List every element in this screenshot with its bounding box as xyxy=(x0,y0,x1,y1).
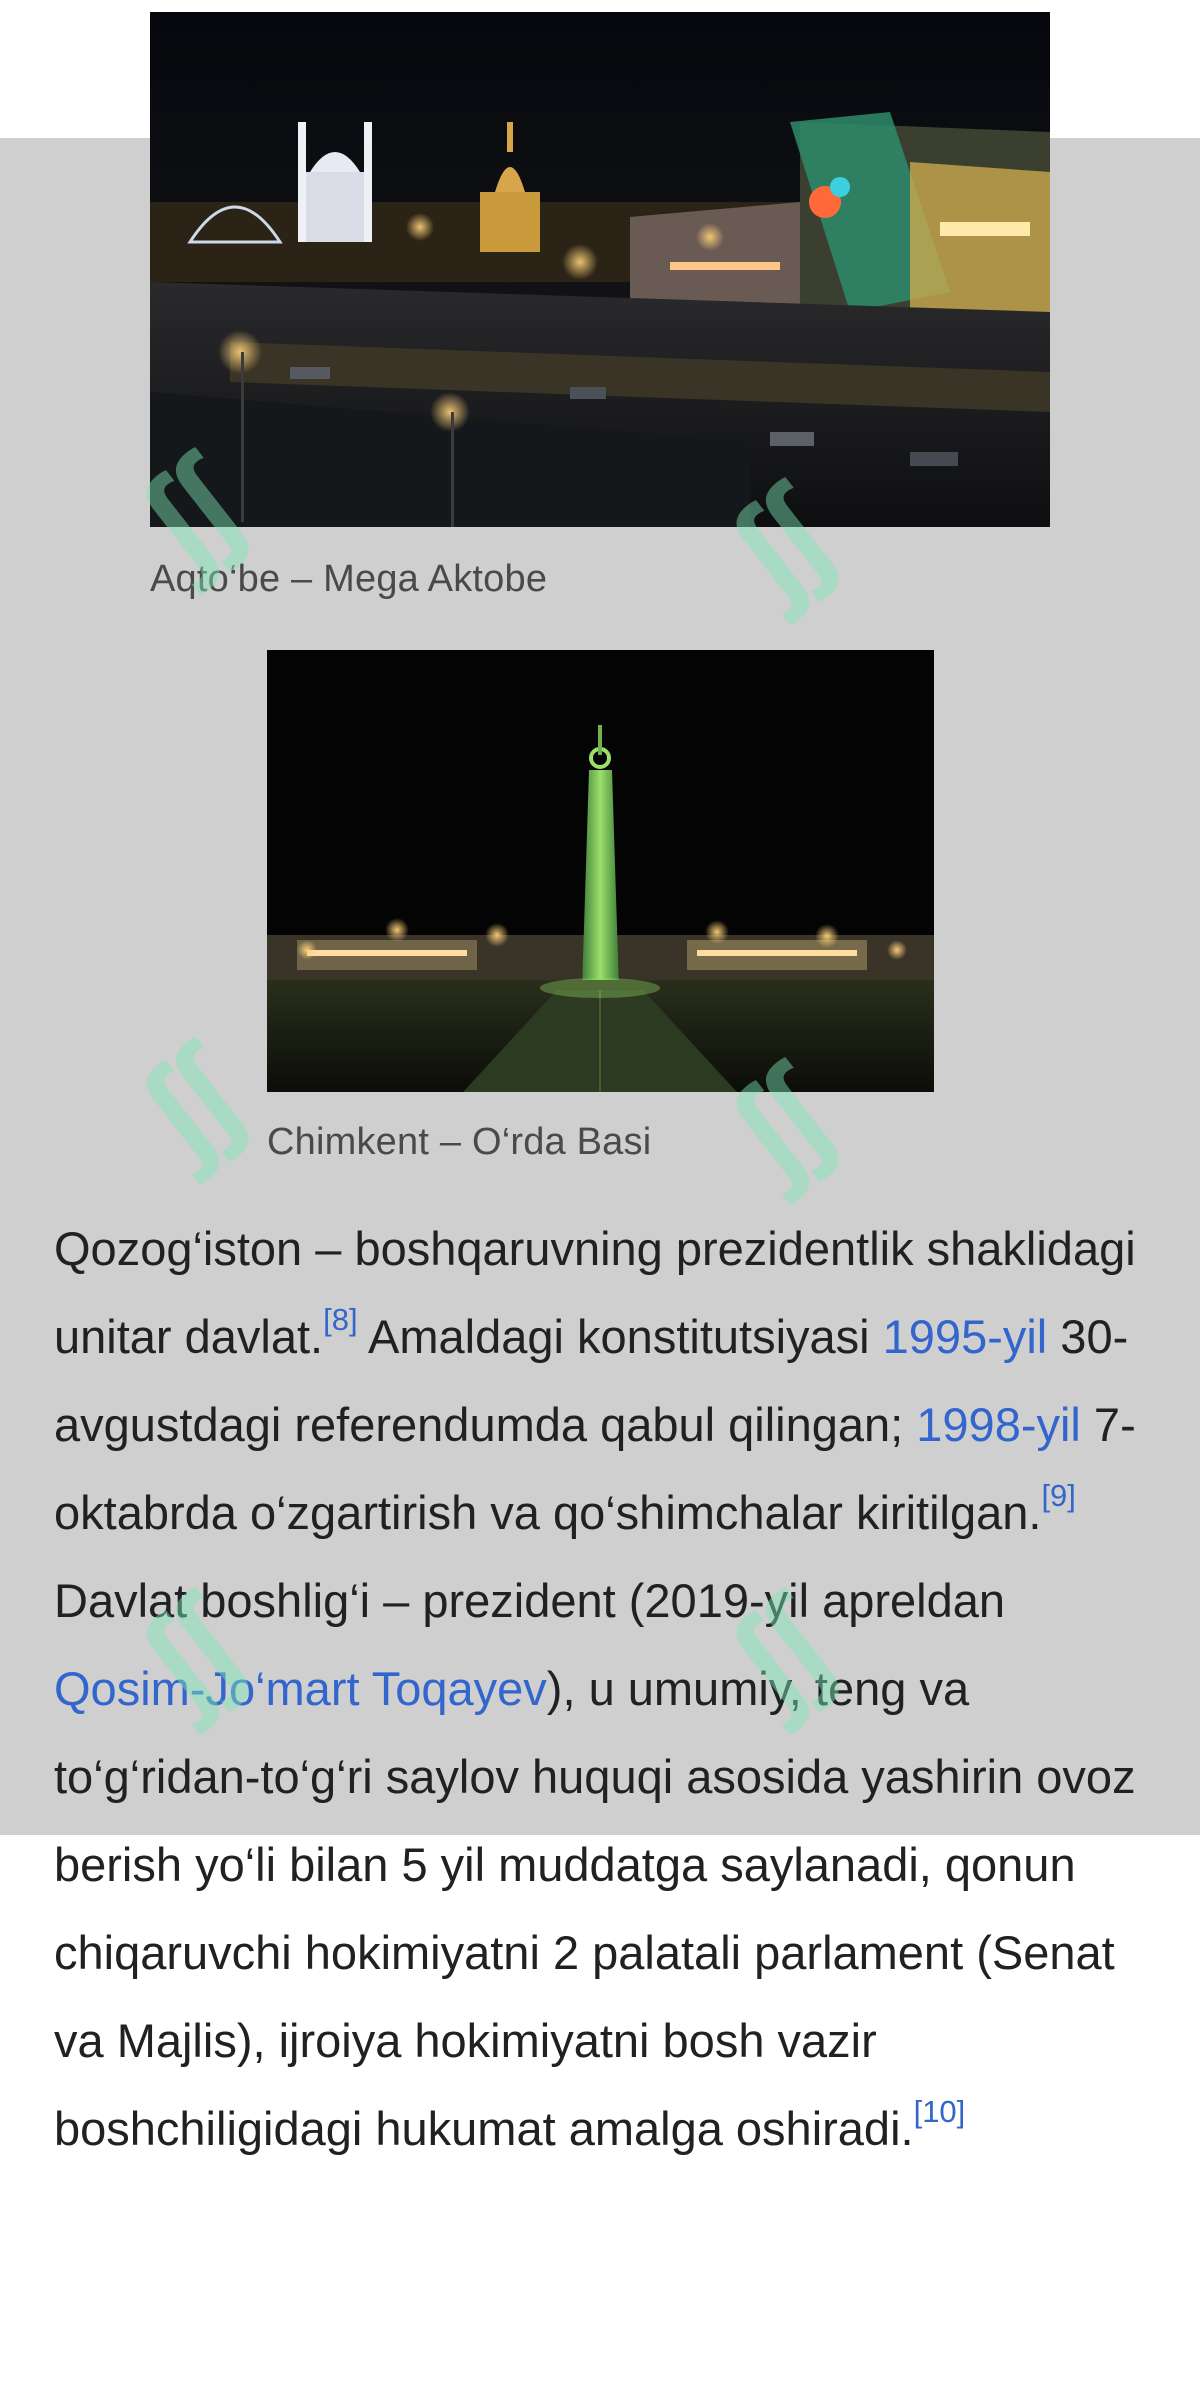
reference-9[interactable]: [9] xyxy=(1041,1478,1075,1513)
reference-link[interactable]: [8] xyxy=(323,1302,357,1337)
night-city-mall-photo[interactable] xyxy=(150,12,1050,527)
reference-link[interactable]: [10] xyxy=(914,2094,966,2129)
link-1995-yil[interactable]: 1995-yil xyxy=(883,1310,1048,1363)
figure-caption: Chimkent – O‘rda Basi xyxy=(267,1121,652,1163)
reference-link[interactable]: [9] xyxy=(1041,1478,1075,1513)
figure-caption: Aqto‘be – Mega Aktobe xyxy=(150,558,548,600)
reference-8[interactable]: [8] xyxy=(323,1302,357,1337)
link-qosim-jomart-toqayev[interactable]: Qosim-Jo‘mart Toqayev xyxy=(54,1662,547,1715)
reference-10[interactable]: [10] xyxy=(914,2094,966,2129)
text-run: ), u umumiy, teng va to‘g‘ridan-to‘g‘ri … xyxy=(54,1662,1136,2155)
night-monument-photo[interactable] xyxy=(267,650,934,1092)
text-run: Amaldagi konstitutsiyasi xyxy=(357,1310,883,1363)
link-1998-yil[interactable]: 1998-yil xyxy=(916,1398,1081,1451)
article-paragraph: Qozog‘iston – boshqaruvning prezidentlik… xyxy=(54,1205,1164,2173)
article-body: Qozog‘iston – boshqaruvning prezidentlik… xyxy=(54,1205,1164,2173)
text-run: Davlat boshlig‘i – prezident (2019-yil a… xyxy=(54,1574,1005,1627)
